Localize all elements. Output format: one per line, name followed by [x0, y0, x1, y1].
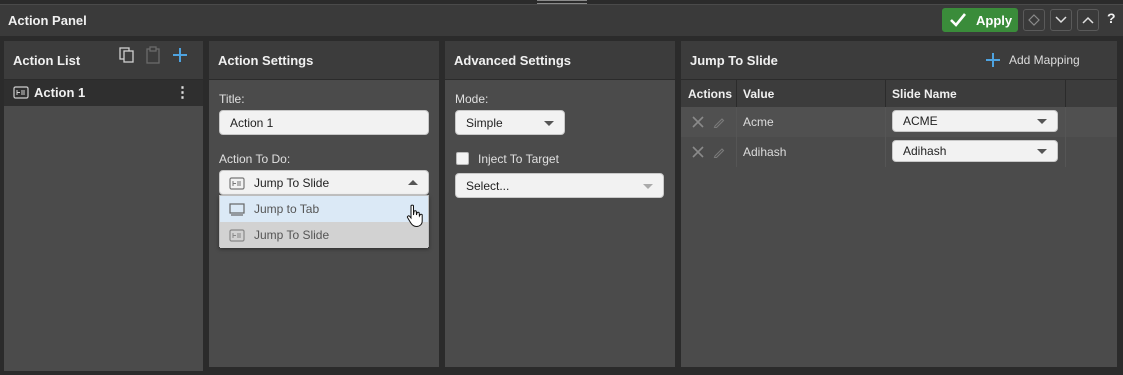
slide-icon: [229, 177, 245, 190]
add-mapping-button[interactable]: Add Mapping: [986, 53, 1080, 67]
column-header-slide-name: Slide Name: [892, 87, 957, 101]
mode-label: Mode:: [455, 92, 489, 106]
action-settings-title: Action Settings: [218, 53, 314, 68]
edit-icon[interactable]: [713, 116, 725, 128]
hand-cursor-icon: [406, 204, 423, 228]
diamond-icon: [1028, 14, 1040, 26]
add-icon[interactable]: [172, 47, 188, 63]
panel-title: Action Panel: [8, 13, 87, 28]
advanced-settings-header: Advanced Settings: [445, 41, 675, 80]
slide-name-value: Adihash: [903, 144, 947, 158]
check-icon: [950, 13, 966, 27]
action-to-do-value: Jump To Slide: [254, 175, 330, 190]
target-select[interactable]: Select...: [455, 173, 664, 198]
dropdown-option-jump-to-tab[interactable]: Jump to Tab: [220, 196, 428, 222]
action-list-title: Action List: [13, 53, 81, 68]
action-to-do-label: Action To Do:: [219, 152, 291, 166]
mode-value: Simple: [466, 115, 503, 130]
jump-to-slide-header: Jump To Slide Add Mapping: [681, 41, 1117, 80]
slide-icon: [13, 86, 29, 99]
advanced-settings-title: Advanced Settings: [454, 53, 572, 68]
title-input[interactable]: Action 1: [219, 110, 429, 135]
chevron-down-icon: [643, 183, 653, 189]
monitor-icon: [229, 203, 245, 216]
chevron-up-icon: [1082, 16, 1094, 24]
chevron-down-icon: [1037, 119, 1047, 124]
collapse-up-button[interactable]: [1077, 9, 1099, 31]
row-value: Acme: [743, 115, 774, 129]
title-label: Title:: [219, 92, 245, 106]
add-mapping-label: Add Mapping: [1009, 53, 1080, 67]
more-options-icon[interactable]: ⋮: [175, 83, 190, 101]
action-settings-header: Action Settings: [209, 41, 439, 80]
chevron-down-icon: [544, 120, 554, 126]
copy-icon[interactable]: [118, 46, 136, 64]
table-row: Adihash Adihash: [681, 137, 1117, 167]
apply-label: Apply: [976, 12, 1013, 28]
collapse-down-button[interactable]: [1050, 9, 1072, 31]
help-button[interactable]: ?: [1107, 10, 1116, 26]
jump-to-slide-panel: Jump To Slide Add Mapping Actions Value …: [681, 41, 1117, 367]
table-row: Acme ACME: [681, 107, 1117, 137]
action-list-item[interactable]: Action 1 ⋮: [4, 80, 203, 106]
inject-to-target-checkbox[interactable]: [456, 152, 469, 165]
add-icon: [986, 53, 1000, 67]
diamond-button[interactable]: [1023, 9, 1045, 31]
mapping-table-header: Actions Value Slide Name: [681, 80, 1117, 108]
slide-name-value: ACME: [903, 114, 938, 128]
column-header-value: Value: [743, 87, 775, 101]
slide-name-select[interactable]: Adihash: [892, 140, 1058, 162]
dropdown-option-label: Jump to Tab: [254, 202, 320, 216]
action-list-header: Action List: [4, 41, 203, 80]
row-value: Adihash: [743, 145, 787, 159]
chevron-up-icon: [408, 179, 418, 185]
action-item-label: Action 1: [34, 85, 86, 100]
slide-name-select[interactable]: ACME: [892, 110, 1058, 132]
column-header-actions: Actions: [688, 87, 733, 101]
action-to-do-select[interactable]: Jump To Slide: [219, 170, 429, 195]
mode-select[interactable]: Simple: [455, 110, 565, 135]
apply-button[interactable]: Apply: [942, 8, 1018, 32]
chevron-down-icon: [1037, 149, 1047, 154]
action-list-panel: Action List Action 1 ⋮: [4, 41, 203, 371]
slide-icon: [229, 229, 245, 242]
title-input-value: Action 1: [230, 115, 274, 130]
target-select-placeholder: Select...: [466, 178, 510, 193]
jump-to-slide-title: Jump To Slide: [690, 53, 778, 68]
dropdown-option-jump-to-slide[interactable]: Jump To Slide: [220, 222, 428, 248]
edit-icon[interactable]: [713, 146, 725, 158]
delete-icon[interactable]: [692, 146, 704, 158]
paste-icon: [146, 46, 160, 64]
action-dropdown-list: Jump to Tab Jump To Slide: [219, 195, 429, 248]
advanced-settings-panel: Advanced Settings Mode: Simple Inject To…: [445, 41, 675, 367]
delete-icon[interactable]: [692, 116, 704, 128]
inject-to-target-label: Inject To Target: [478, 152, 559, 166]
dropdown-option-label: Jump To Slide: [254, 228, 330, 242]
chevron-down-icon: [1055, 16, 1067, 24]
